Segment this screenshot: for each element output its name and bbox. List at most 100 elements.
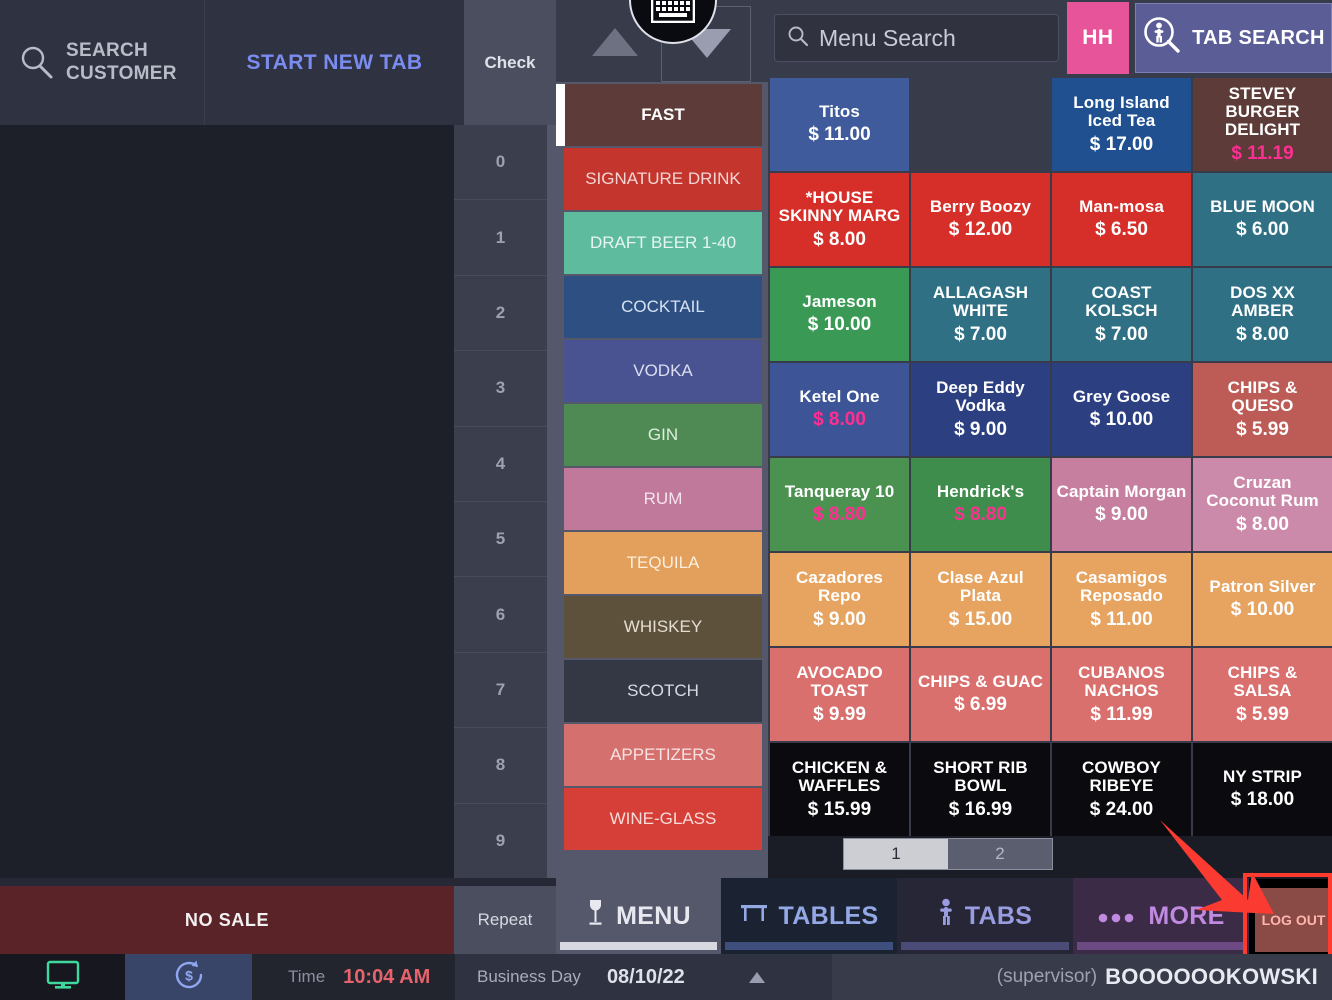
product-tile-hendrick-s[interactable]: Hendrick's $ 8.80 (911, 458, 1050, 551)
nav-tab-tabs[interactable]: TABS (897, 878, 1073, 954)
grid-pagination[interactable]: 12 (843, 838, 1053, 870)
quantity-number-rail[interactable]: 0123456789 (454, 125, 547, 878)
number-key-5[interactable]: 5 (454, 502, 547, 578)
caret-up-icon[interactable] (748, 971, 765, 983)
category-label: RUM (643, 488, 683, 508)
nav-tab-menu[interactable]: MENU (556, 878, 721, 954)
number-key-1[interactable]: 1 (454, 200, 547, 276)
product-price: $ 6.99 (954, 694, 1007, 716)
product-tile-chips-queso[interactable]: CHIPS & QUESO $ 5.99 (1193, 363, 1332, 456)
top-bar: SEARCH CUSTOMER START NEW TAB Check (0, 0, 556, 125)
number-key-3[interactable]: 3 (454, 351, 547, 427)
number-key-6[interactable]: 6 (454, 577, 547, 653)
product-tile-grey-goose[interactable]: Grey Goose $ 10.00 (1052, 363, 1191, 456)
product-tile-deep-eddy-vodka[interactable]: Deep Eddy Vodka $ 9.00 (911, 363, 1050, 456)
product-tile-coast-kolsch[interactable]: COAST KOLSCH $ 7.00 (1052, 268, 1191, 361)
product-price: $ 10.00 (1230, 599, 1295, 621)
category-button-appetizers[interactable]: APPETIZERS (564, 724, 762, 786)
logout-button[interactable]: LOG OUT (1255, 888, 1332, 952)
category-label: SCOTCH (627, 680, 699, 700)
nav-label-more: MORE (1148, 901, 1225, 930)
category-button-wine-glass[interactable]: WINE-GLASS (564, 788, 762, 850)
product-tile-patron-silver[interactable]: Patron Silver $ 10.00 (1193, 553, 1332, 646)
product-tile-cowboy-ribeye[interactable]: COWBOY RIBEYE $ 24.00 (1052, 743, 1191, 836)
business-day-display[interactable]: Business Day 08/10/22 (455, 954, 832, 1000)
product-tile-stevey-burger-delight[interactable]: STEVEY BURGER DELIGHT $ 11.19 (1193, 78, 1332, 171)
current-user-display[interactable]: (supervisor) BOOOOOOKOWSKI (832, 954, 1332, 1000)
product-tile-short-rib-bowl[interactable]: SHORT RIB BOWL $ 16.99 (911, 743, 1050, 836)
start-new-tab-button[interactable]: START NEW TAB (205, 0, 464, 125)
product-tile-long-island-iced-tea[interactable]: Long Island Iced Tea $ 17.00 (1052, 78, 1191, 171)
category-button-vodka[interactable]: VODKA (564, 340, 762, 402)
product-tile-berry-boozy[interactable]: Berry Boozy $ 12.00 (911, 173, 1050, 266)
category-button-tequila[interactable]: TEQUILA (564, 532, 762, 594)
table-icon (740, 901, 768, 932)
menu-search-input[interactable]: Menu Search (774, 14, 1059, 62)
no-sale-button[interactable]: NO SALE (0, 886, 454, 954)
product-price: $ 8.00 (1236, 513, 1289, 535)
tab-search-button[interactable]: TAB SEARCH (1134, 3, 1332, 73)
product-tile-ketel-one[interactable]: Ketel One $ 8.00 (770, 363, 909, 456)
order-items-panel[interactable] (0, 125, 454, 878)
category-button-cocktail[interactable]: COCKTAIL (564, 276, 762, 338)
product-tile-dos-xx-amber[interactable]: DOS XX AMBER $ 8.00 (1193, 268, 1332, 361)
category-button-signature-drink[interactable]: SIGNATURE DRINK (564, 148, 762, 210)
product-tile-house-skinny-marg[interactable]: *HOUSE SKINNY MARG $ 8.00 (770, 173, 909, 266)
product-tile-captain-morgan[interactable]: Captain Morgan $ 9.00 (1052, 458, 1191, 551)
repeat-button[interactable]: Repeat (454, 886, 556, 954)
number-key-9[interactable]: 9 (454, 804, 547, 878)
product-name: Ketel One (799, 387, 880, 407)
product-price: $ 10.00 (1089, 409, 1154, 431)
product-price: $ 8.00 (813, 409, 866, 431)
page-tab-2[interactable]: 2 (948, 839, 1052, 869)
category-button-rum[interactable]: RUM (564, 468, 762, 530)
product-tile-chicken-waffles[interactable]: CHICKEN & WAFFLES $ 15.99 (770, 743, 909, 836)
category-button-scotch[interactable]: SCOTCH (564, 660, 762, 722)
product-tile-titos[interactable]: Titos $ 11.00 (770, 78, 909, 171)
category-label: COCKTAIL (621, 296, 705, 316)
product-name: ALLAGASH WHITE (932, 283, 1029, 321)
category-button-whiskey[interactable]: WHISKEY (564, 596, 762, 658)
product-tile-ny-strip[interactable]: NY STRIP $ 18.00 (1193, 743, 1332, 836)
product-tile-cruzan-coconut-rum[interactable]: Cruzan Coconut Rum $ 8.00 (1193, 458, 1332, 551)
product-tile-man-mosa[interactable]: Man-mosa $ 6.50 (1052, 173, 1191, 266)
search-customer-button[interactable]: SEARCH CUSTOMER (0, 0, 205, 125)
product-name: Long Island Iced Tea (1073, 93, 1170, 131)
product-price: $ 15.99 (807, 798, 872, 820)
keyboard-icon (650, 0, 696, 28)
display-settings-button[interactable] (0, 954, 125, 1000)
number-key-4[interactable]: 4 (454, 427, 547, 503)
product-price: $ 18.00 (1230, 789, 1295, 811)
refund-button[interactable]: $ (125, 954, 252, 1000)
nav-tab-tables[interactable]: TABLES (721, 878, 897, 954)
product-tile-chips-guac[interactable]: CHIPS & GUAC $ 6.99 (911, 648, 1050, 741)
search-icon (18, 44, 56, 82)
product-name: COWBOY RIBEYE (1082, 758, 1161, 796)
check-button[interactable]: Check (464, 0, 556, 125)
product-price: $ 9.00 (1095, 504, 1148, 526)
product-tile-cazadores-repo[interactable]: Cazadores Repo $ 9.00 (770, 553, 909, 646)
category-button-draft-beer-1-40[interactable]: DRAFT BEER 1-40 (564, 212, 762, 274)
product-tile-avocado-toast[interactable]: AVOCADO TOAST $ 9.99 (770, 648, 909, 741)
product-tile-blue-moon[interactable]: BLUE MOON $ 6.00 (1193, 173, 1332, 266)
product-tile-allagash-white[interactable]: ALLAGASH WHITE $ 7.00 (911, 268, 1050, 361)
number-key-7[interactable]: 7 (454, 653, 547, 729)
product-tile-tanqueray-10[interactable]: Tanqueray 10 $ 8.80 (770, 458, 909, 551)
product-tile-clase-azul-plata[interactable]: Clase Azul Plata $ 15.00 (911, 553, 1050, 646)
category-button-gin[interactable]: GIN (564, 404, 762, 466)
scroll-up-icon[interactable] (592, 28, 638, 56)
happy-hour-button[interactable]: HH (1067, 2, 1129, 74)
time-display: Time 10:04 AM (252, 954, 455, 1000)
product-tile-chips-salsa[interactable]: CHIPS & SALSA $ 5.99 (1193, 648, 1332, 741)
product-tile-jameson[interactable]: Jameson $ 10.00 (770, 268, 909, 361)
page-tab-1[interactable]: 1 (844, 839, 948, 869)
category-button-fast[interactable]: FAST (556, 84, 762, 146)
product-tile-cubanos-nachos[interactable]: CUBANOS NACHOS $ 11.99 (1052, 648, 1191, 741)
number-key-2[interactable]: 2 (454, 276, 547, 352)
product-name: CHICKEN & WAFFLES (791, 758, 888, 796)
product-tile-casamigos-reposado[interactable]: Casamigos Reposado $ 11.00 (1052, 553, 1191, 646)
nav-tab-more[interactable]: MORE (1073, 878, 1249, 954)
number-key-8[interactable]: 8 (454, 728, 547, 804)
product-price: $ 8.00 (813, 228, 866, 250)
number-key-0[interactable]: 0 (454, 125, 547, 201)
